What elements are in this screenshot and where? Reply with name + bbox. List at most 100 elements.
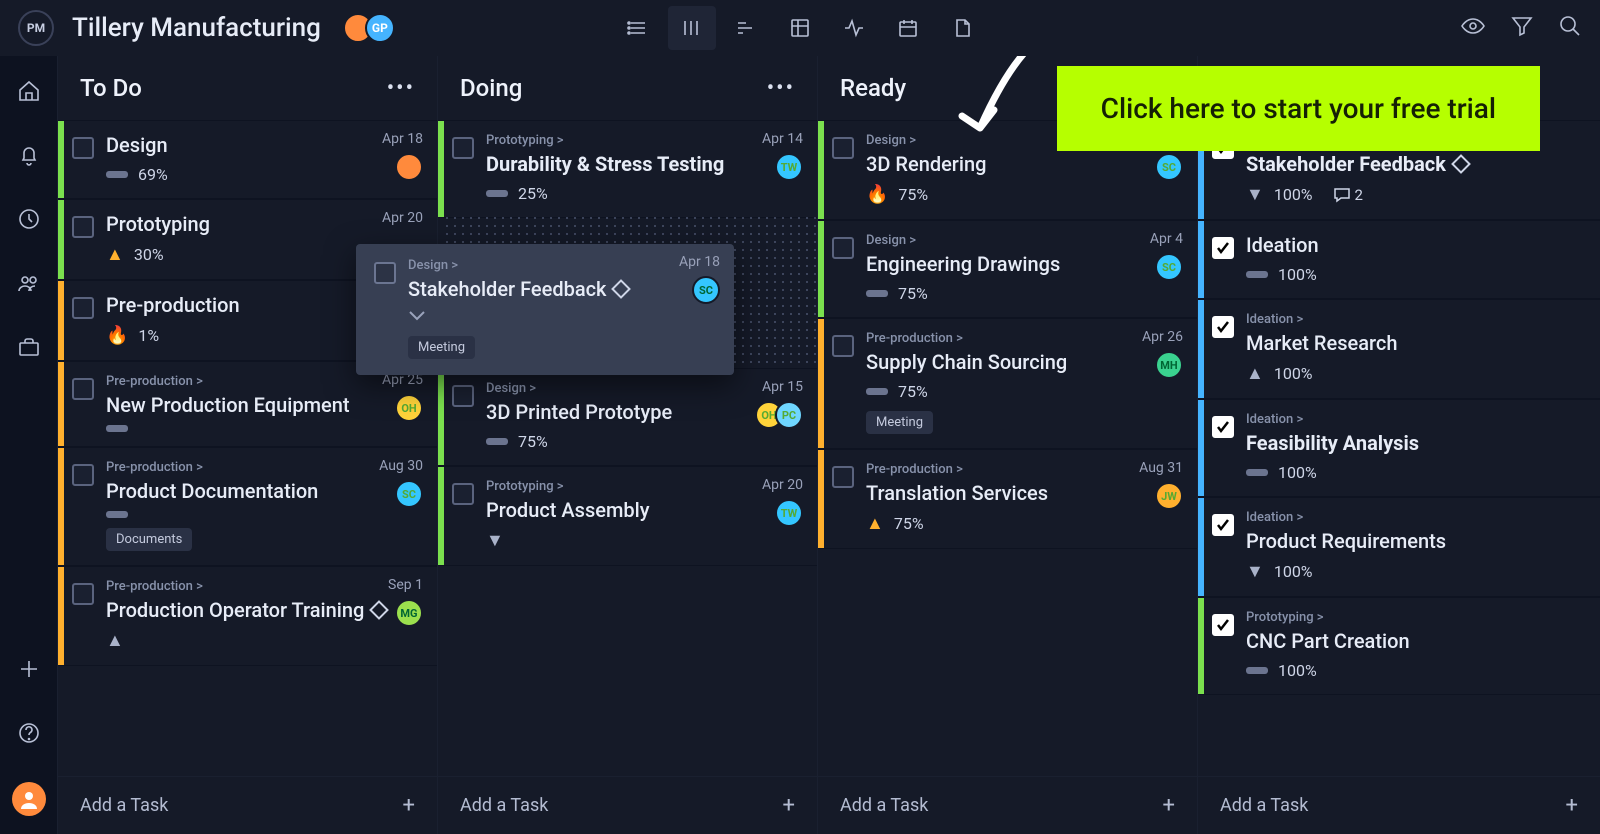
plus-icon: + [403, 793, 415, 818]
main-area: Design > Stakeholder Feedback Meeting Ap… [0, 56, 1600, 834]
task-right-meta: Apr 20 TW [762, 477, 803, 527]
priority-up-icon: ▲ [106, 244, 124, 265]
task-card[interactable]: Ideation >Market Research▲100% [1198, 299, 1600, 399]
task-card[interactable]: Design >Engineering Drawings75%Apr 4SC [818, 220, 1197, 318]
assignee-avatar: TW [775, 499, 803, 527]
project-members[interactable]: GP [343, 13, 395, 43]
priority-fire-icon: 🔥 [106, 325, 128, 346]
task-card[interactable]: Design >3D Printed Prototype75%Apr 15OHP… [438, 368, 817, 466]
task-checkbox[interactable] [72, 297, 94, 319]
task-card[interactable]: Prototyping >Durability & Stress Testing… [438, 120, 817, 218]
view-gantt-icon[interactable] [722, 6, 770, 50]
recent-icon[interactable] [14, 204, 44, 234]
task-card[interactable]: Pre-production >Translation Services▲75%… [818, 449, 1197, 549]
cta-banner[interactable]: Click here to start your free trial [1057, 66, 1540, 151]
notifications-icon[interactable] [14, 140, 44, 170]
task-checkbox[interactable] [1212, 514, 1234, 536]
card-stripe [58, 448, 64, 565]
view-files-icon[interactable] [938, 6, 986, 50]
task-checkbox[interactable] [1212, 416, 1234, 438]
view-activity-icon[interactable] [830, 6, 878, 50]
task-checkbox[interactable] [72, 378, 94, 400]
task-card[interactable]: Design69%Apr 18 [58, 120, 437, 199]
visibility-icon[interactable] [1460, 13, 1486, 43]
top-bar: PM Tillery Manufacturing GP [0, 0, 1600, 56]
task-card[interactable]: Prototyping >Product Assembly▼Apr 20TW [438, 466, 817, 566]
add-icon[interactable] [14, 654, 44, 684]
dragging-card[interactable]: Design > Stakeholder Feedback Meeting Ap… [356, 244, 734, 375]
task-progress: 75% [898, 185, 928, 204]
task-title: Ideation [1246, 233, 1586, 257]
task-checkbox[interactable] [832, 237, 854, 259]
column-menu-icon[interactable]: ••• [387, 76, 415, 101]
priority-fire-icon: 🔥 [866, 184, 888, 205]
task-checkbox[interactable] [72, 137, 94, 159]
card-stripe [438, 121, 444, 217]
app-logo[interactable]: PM [18, 10, 54, 46]
task-card[interactable]: Pre-production >Production Operator Trai… [58, 566, 437, 666]
task-breadcrumb: Design > [866, 233, 1183, 248]
milestone-icon [369, 600, 389, 620]
task-card[interactable]: Prototyping >CNC Part Creation100% [1198, 597, 1600, 695]
card-stripe [1198, 498, 1204, 596]
task-meta [106, 511, 423, 518]
current-user-avatar[interactable] [12, 782, 46, 816]
task-checkbox[interactable] [72, 216, 94, 238]
filter-icon[interactable] [1510, 14, 1534, 42]
home-icon[interactable] [14, 76, 44, 106]
task-right-meta: Sep 1MG [388, 577, 423, 627]
view-list-icon[interactable] [614, 6, 662, 50]
task-card[interactable]: Pre-production >Supply Chain Sourcing75%… [818, 318, 1197, 449]
task-card[interactable]: Ideation >Product Requirements▼100% [1198, 497, 1600, 597]
task-date: Apr 20 [762, 477, 803, 493]
task-card[interactable]: Ideation100% [1198, 220, 1600, 299]
comments-count[interactable]: 2 [1333, 186, 1363, 204]
task-title: Engineering Drawings [866, 252, 1183, 276]
column-menu-icon[interactable]: ••• [767, 76, 795, 101]
portfolio-icon[interactable] [14, 332, 44, 362]
task-checkbox[interactable] [1212, 316, 1234, 338]
task-checkbox[interactable] [452, 385, 474, 407]
help-icon[interactable] [14, 718, 44, 748]
task-checkbox[interactable] [452, 483, 474, 505]
view-calendar-icon[interactable] [884, 6, 932, 50]
task-right-meta: Apr 18 [382, 131, 423, 181]
add-task-label: Add a Task [840, 795, 928, 816]
card-stripe [58, 121, 64, 198]
task-card[interactable]: Pre-production >Product DocumentationDoc… [58, 447, 437, 566]
milestone-icon [612, 279, 632, 299]
task-breadcrumb: Pre-production > [866, 331, 1183, 346]
add-task-button[interactable]: Add a Task+ [1198, 776, 1600, 834]
task-checkbox[interactable] [72, 583, 94, 605]
task-checkbox[interactable] [72, 464, 94, 486]
task-date: Apr 26 [1142, 329, 1183, 345]
task-card[interactable]: Ideation >Feasibility Analysis100% [1198, 399, 1600, 497]
member-avatar[interactable]: GP [365, 13, 395, 43]
add-task-button[interactable]: Add a Task+ [58, 776, 437, 834]
card-stripe [438, 369, 444, 465]
add-task-button[interactable]: Add a Task+ [818, 776, 1197, 834]
task-tag: Meeting [408, 336, 475, 359]
team-icon[interactable] [14, 268, 44, 298]
column-title: Ready [840, 74, 906, 102]
search-icon[interactable] [1558, 14, 1582, 42]
task-title: Stakeholder Feedback [408, 277, 628, 301]
task-checkbox[interactable] [374, 262, 396, 284]
view-sheet-icon[interactable] [776, 6, 824, 50]
task-checkbox[interactable] [832, 466, 854, 488]
task-right-meta: Apr 4SC [1150, 231, 1183, 281]
task-progress: 100% [1278, 661, 1317, 680]
view-board-icon[interactable] [668, 6, 716, 50]
task-checkbox[interactable] [832, 137, 854, 159]
task-date: Apr 20 [382, 210, 423, 226]
task-meta: 75% [486, 432, 803, 451]
card-stripe [58, 362, 64, 446]
task-checkbox[interactable] [832, 335, 854, 357]
task-checkbox[interactable] [1212, 614, 1234, 636]
add-task-button[interactable]: Add a Task+ [438, 776, 817, 834]
task-meta: 100% [1246, 463, 1586, 482]
task-date: Sep 1 [388, 577, 423, 593]
task-checkbox[interactable] [452, 137, 474, 159]
plus-icon: + [1566, 793, 1578, 818]
task-checkbox[interactable] [1212, 237, 1234, 259]
